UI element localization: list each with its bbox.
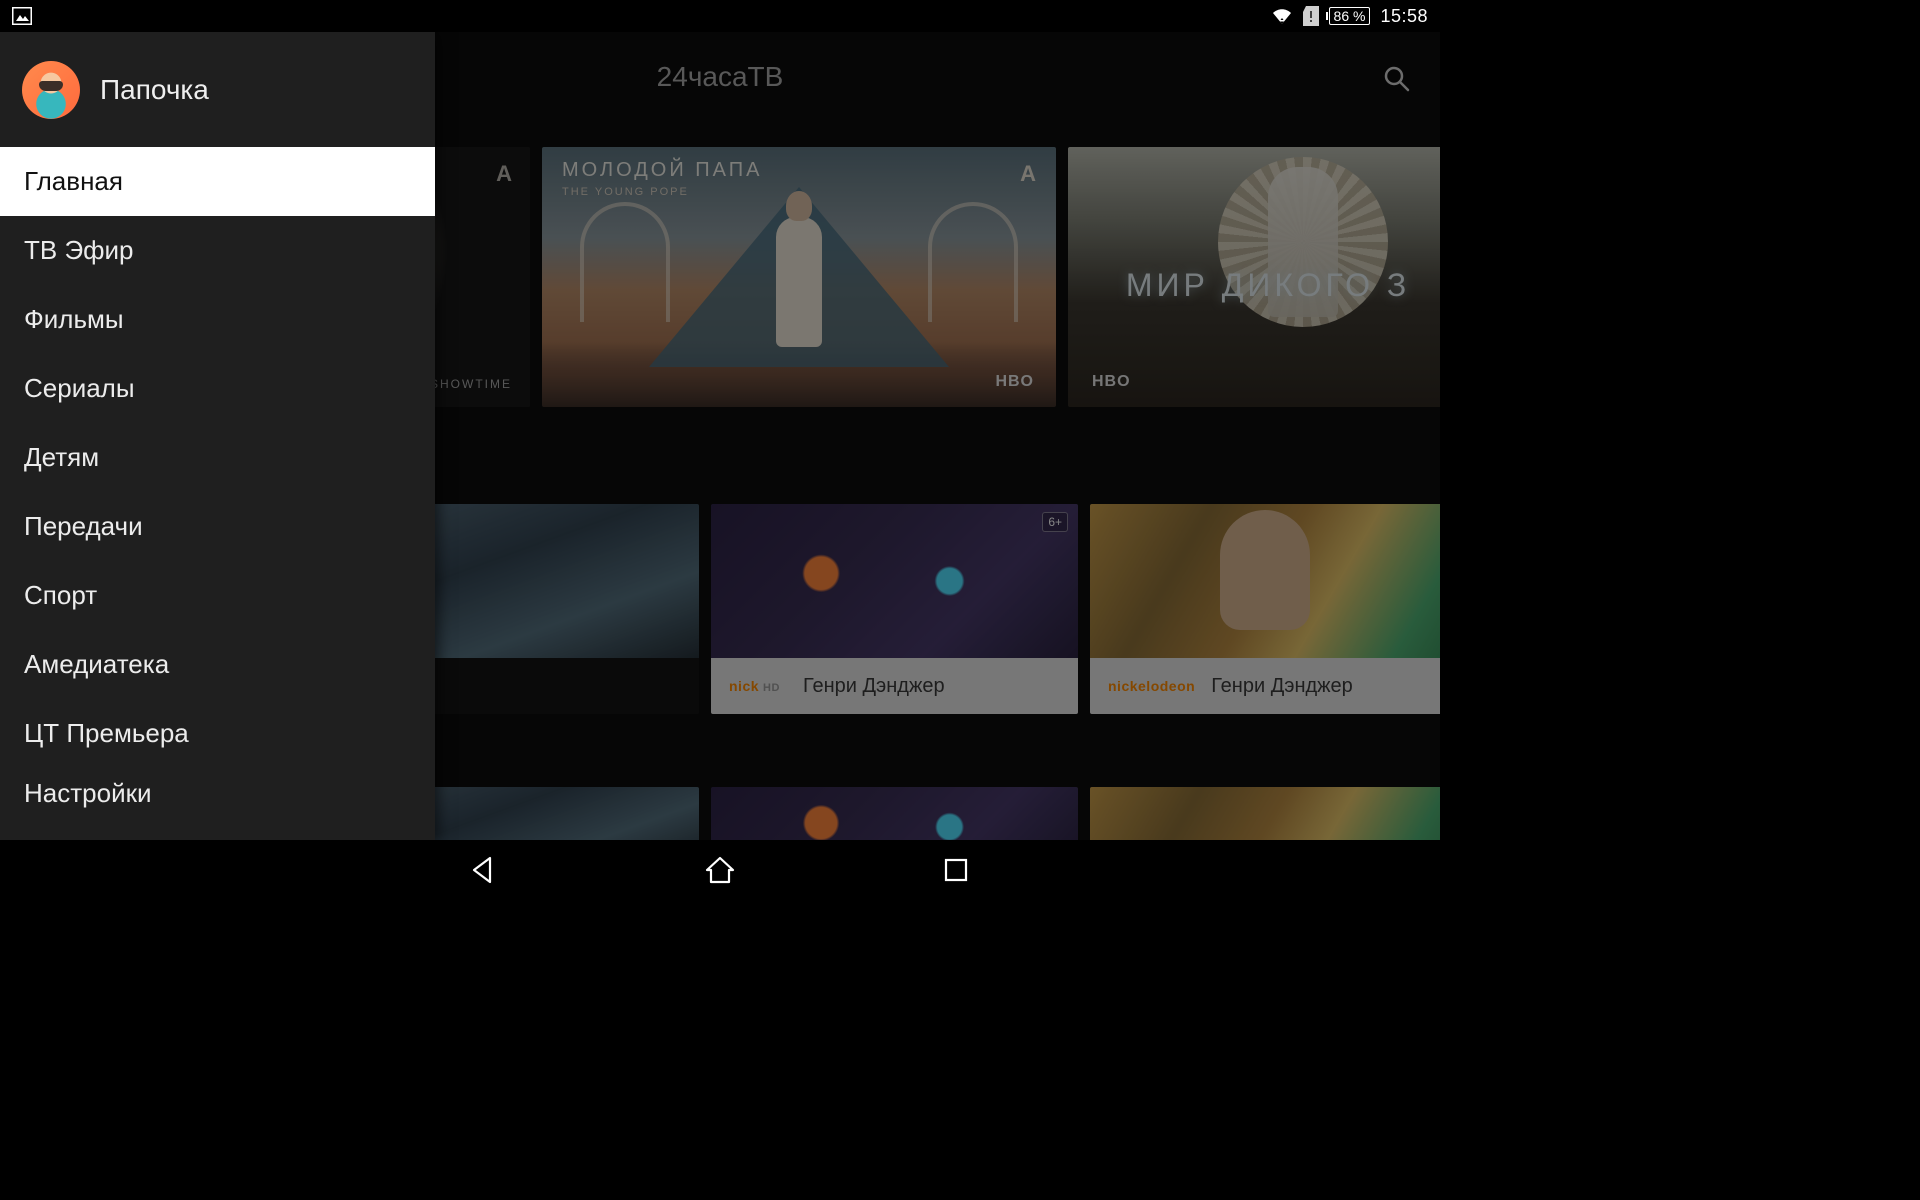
back-icon (470, 856, 498, 884)
hero-card-2[interactable]: МОЛОДОЙ ПАПА THE YOUNG POPE A HBO (542, 147, 1056, 407)
menu-item-amediateka[interactable]: Амедиатека (0, 630, 435, 699)
menu-item-premiere[interactable]: ЦТ Премьера (0, 699, 435, 768)
tv-card-4-channel: nickelodeon (1108, 678, 1195, 694)
tv-card-4[interactable]: nickelodeon Генри Дэнджер (1090, 504, 1440, 714)
hero-card-2-network: HBO (995, 373, 1034, 391)
menu-item-sport[interactable]: Спорт (0, 561, 435, 630)
hero-card-3[interactable]: МИР ДИКОГО З HBO (1068, 147, 1440, 407)
nav-back-button[interactable] (466, 852, 502, 888)
hero-card-1-network: SHOWTIME (430, 377, 512, 391)
search-button[interactable] (1382, 64, 1412, 99)
tv-row2-card-4[interactable] (1090, 787, 1440, 840)
android-nav-bar (0, 840, 1440, 900)
avatar (22, 61, 80, 119)
menu-item-home[interactable]: Главная (0, 147, 435, 216)
navigation-drawer: Папочка Главная ТВ Эфир Фильмы Сериалы Д… (0, 32, 435, 840)
hero-card-1-badge: A (496, 161, 512, 187)
drawer-menu: Главная ТВ Эфир Фильмы Сериалы Детям Пер… (0, 147, 435, 840)
recent-apps-icon (944, 858, 968, 882)
hero-card-3-network: HBO (1092, 373, 1131, 391)
hero-card-2-badge: A (1020, 161, 1036, 187)
menu-item-shows[interactable]: Передачи (0, 492, 435, 561)
search-icon (1382, 64, 1412, 94)
app-window: 24часаТВ A SHOWTIME МОЛОДОЙ П (0, 32, 1440, 840)
clock: 15:58 (1380, 6, 1428, 27)
tv-card-4-title: Генри Дэнджер (1211, 675, 1353, 698)
profile-name: Папочка (100, 74, 209, 106)
gallery-icon (12, 7, 32, 25)
nav-recent-button[interactable] (938, 852, 974, 888)
nav-home-button[interactable] (702, 852, 738, 888)
tv-row2-card-3[interactable] (711, 787, 1078, 840)
menu-item-tv-live[interactable]: ТВ Эфир (0, 216, 435, 285)
menu-item-settings[interactable]: Настройки (0, 768, 435, 815)
menu-item-kids[interactable]: Детям (0, 423, 435, 492)
menu-item-series[interactable]: Сериалы (0, 354, 435, 423)
home-icon (705, 856, 735, 884)
hero-card-3-title: МИР ДИКОГО З (1126, 267, 1410, 304)
wifi-icon (1271, 7, 1293, 25)
menu-item-movies[interactable]: Фильмы (0, 285, 435, 354)
app-title: 24часаТВ (657, 61, 784, 93)
android-status-bar: 86 % 15:58 (0, 0, 1440, 32)
battery-indicator: 86 % (1329, 7, 1371, 25)
tv-card-3[interactable]: 6+ nickHD Генри Дэнджер (711, 504, 1078, 714)
hero-card-2-title: МОЛОДОЙ ПАПА THE YOUNG POPE (562, 159, 762, 198)
tv-card-3-title: Генри Дэнджер (803, 675, 945, 698)
drawer-header[interactable]: Папочка (0, 32, 435, 147)
battery-text: 86 % (1334, 8, 1366, 24)
tv-card-3-age: 6+ (1042, 512, 1068, 532)
sd-card-alert-icon (1303, 6, 1319, 26)
tv-card-3-channel: nickHD (729, 678, 787, 694)
